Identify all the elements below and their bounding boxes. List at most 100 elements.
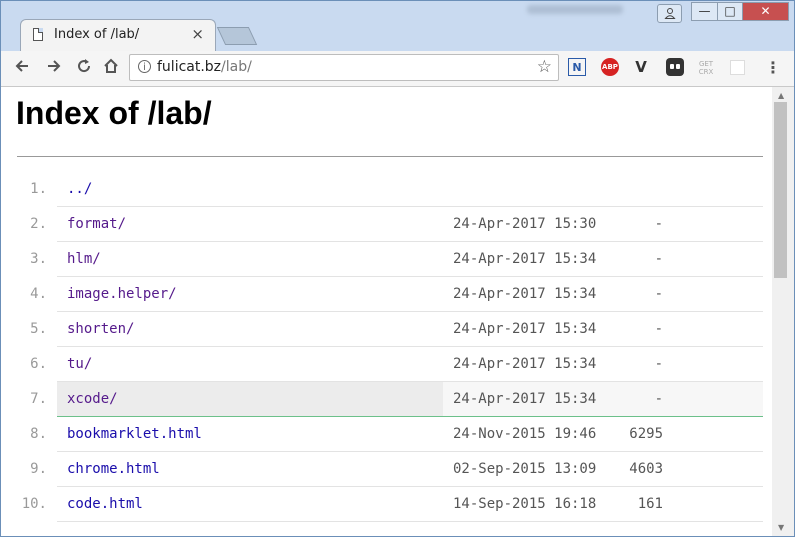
- address-bar[interactable]: i fulicat.bz/lab/ ☆: [129, 54, 559, 81]
- extension-dark-icon[interactable]: [666, 58, 684, 76]
- blurred-username: [527, 5, 623, 14]
- row-cell: chrome.html 02-Sep-2015 13:09 4603: [57, 452, 763, 487]
- file-size: -: [654, 286, 663, 302]
- url-text[interactable]: fulicat.bz/lab/: [157, 59, 252, 75]
- forward-arrow-icon: [48, 60, 61, 72]
- browser-toolbar: i fulicat.bz/lab/ ☆ N ABP V GET CRX ⋮: [1, 51, 794, 87]
- modified-date: 24-Apr-2017 15:34: [453, 251, 597, 267]
- home-icon: [104, 58, 118, 73]
- file-link[interactable]: tu/: [67, 347, 92, 382]
- file-size: -: [654, 251, 663, 267]
- row-cell: xcode/24-Apr-2017 15:34 -: [57, 382, 763, 417]
- listing-row: 8. bookmarklet.html 24-Nov-2015 19:46 6295: [17, 417, 763, 452]
- line-number: 8.: [30, 426, 47, 442]
- file-size: -: [654, 321, 663, 337]
- listing-row: 2. format/24-Apr-2017 15:30 -: [17, 207, 763, 242]
- url-path: /lab/: [221, 59, 252, 75]
- line-number: 7.: [30, 391, 47, 407]
- name-cell-bg: [57, 347, 443, 381]
- name-cell-bg: [57, 172, 443, 206]
- line-number: 3.: [30, 251, 47, 267]
- line-number: 2.: [30, 216, 47, 232]
- modified-date: 24-Apr-2017 15:34: [453, 391, 597, 407]
- listing-row: 4. image.helper/24-Apr-2017 15:34 -: [17, 277, 763, 312]
- file-link[interactable]: bookmarklet.html: [67, 417, 202, 452]
- info-icon[interactable]: i: [138, 60, 151, 73]
- maximize-button[interactable]: □: [717, 2, 743, 21]
- listing-row: 7. xcode/24-Apr-2017 15:34 -: [17, 382, 763, 417]
- scroll-up-arrow-icon[interactable]: ▲: [778, 91, 784, 100]
- row-cell: tu/24-Apr-2017 15:34 -: [57, 347, 763, 382]
- row-cell: shorten/24-Apr-2017 15:34 -: [57, 312, 763, 347]
- reload-button[interactable]: [75, 57, 93, 80]
- listing-row: 1. ../: [17, 172, 763, 207]
- file-link[interactable]: image.helper/: [67, 277, 177, 312]
- file-link[interactable]: shorten/: [67, 312, 134, 347]
- file-listing: 1. ../ 2. format/24-Apr-2017 15:30 - 3. hlm/24…: [17, 172, 763, 522]
- forward-button[interactable]: [45, 57, 63, 80]
- row-cell: ../: [57, 172, 763, 207]
- extension-n-icon[interactable]: N: [568, 58, 586, 76]
- line-number: 1.: [30, 181, 47, 197]
- name-cell-bg: [57, 242, 443, 276]
- adblock-plus-icon[interactable]: ABP: [601, 58, 619, 76]
- file-size: 6295: [629, 426, 663, 442]
- listing-row: 3. hlm/24-Apr-2017 15:34 -: [17, 242, 763, 277]
- title-bar: Index of /lab/ × — □ ✕: [1, 1, 794, 51]
- listing-row: 9. chrome.html 02-Sep-2015 13:09 4603: [17, 452, 763, 487]
- line-number: 5.: [30, 321, 47, 337]
- file-size: 4603: [629, 461, 663, 477]
- browser-tab[interactable]: Index of /lab/ ×: [20, 19, 216, 51]
- back-arrow-icon: [15, 60, 28, 72]
- scroll-down-arrow-icon[interactable]: ▼: [778, 523, 784, 532]
- date-cell-bg: [443, 172, 763, 206]
- vertical-scrollbar[interactable]: ▲ ▼: [772, 87, 794, 536]
- tab-close-icon[interactable]: ×: [191, 25, 204, 43]
- row-cell: format/24-Apr-2017 15:30 -: [57, 207, 763, 242]
- browser-menu-icon[interactable]: ⋮: [765, 58, 781, 77]
- user-icon: [663, 8, 676, 19]
- heading-divider: [17, 156, 763, 157]
- modified-date: 02-Sep-2015 13:09: [453, 461, 597, 477]
- home-button[interactable]: [102, 57, 120, 80]
- page-viewport: Index of /lab/ 1. ../ 2. format/24-Apr-2017…: [1, 87, 772, 536]
- line-number: 6.: [30, 356, 47, 372]
- tab-title: Index of /lab/: [54, 27, 140, 42]
- file-link[interactable]: ../: [67, 172, 92, 207]
- get-crx-line2: CRX: [698, 68, 714, 76]
- line-number: 10.: [21, 496, 47, 512]
- close-window-button[interactable]: ✕: [742, 2, 789, 21]
- modified-date: 14-Sep-2015 16:18: [453, 496, 597, 512]
- file-link[interactable]: format/: [67, 207, 126, 242]
- row-cell: hlm/24-Apr-2017 15:34 -: [57, 242, 763, 277]
- file-size: -: [654, 391, 663, 407]
- modified-date: 24-Apr-2017 15:34: [453, 286, 597, 302]
- scrollbar-thumb[interactable]: [774, 102, 787, 278]
- row-cell: image.helper/24-Apr-2017 15:34 -: [57, 277, 763, 312]
- modified-date: 24-Apr-2017 15:34: [453, 321, 597, 337]
- get-crx-icon[interactable]: GET CRX: [695, 58, 717, 76]
- file-size: -: [654, 216, 663, 232]
- minimize-button[interactable]: —: [691, 2, 718, 21]
- extension-v-icon[interactable]: V: [632, 58, 650, 76]
- new-tab-button[interactable]: [216, 27, 258, 45]
- page-title: Index of /lab/: [16, 95, 212, 131]
- row-cell: code.html 14-Sep-2015 16:18 161: [57, 487, 763, 522]
- browser-window: Index of /lab/ × — □ ✕ i fulicat.bz/lab/…: [0, 0, 795, 537]
- modified-date: 24-Apr-2017 15:30: [453, 216, 597, 232]
- back-button[interactable]: [13, 57, 31, 80]
- file-link[interactable]: xcode/: [67, 382, 118, 417]
- line-number: 9.: [30, 461, 47, 477]
- reload-icon: [78, 59, 91, 73]
- listing-row: 10. code.html 14-Sep-2015 16:18 161: [17, 487, 763, 522]
- extension-blank-icon[interactable]: [730, 60, 745, 75]
- file-size: -: [654, 356, 663, 372]
- file-link[interactable]: code.html: [67, 487, 143, 522]
- user-profile-button[interactable]: [657, 4, 682, 23]
- get-crx-line1: GET: [698, 60, 714, 68]
- page-icon: [33, 28, 43, 41]
- file-link[interactable]: hlm/: [67, 242, 101, 277]
- modified-date: 24-Apr-2017 15:34: [453, 356, 597, 372]
- file-link[interactable]: chrome.html: [67, 452, 160, 487]
- bookmark-star-icon[interactable]: ☆: [537, 57, 552, 77]
